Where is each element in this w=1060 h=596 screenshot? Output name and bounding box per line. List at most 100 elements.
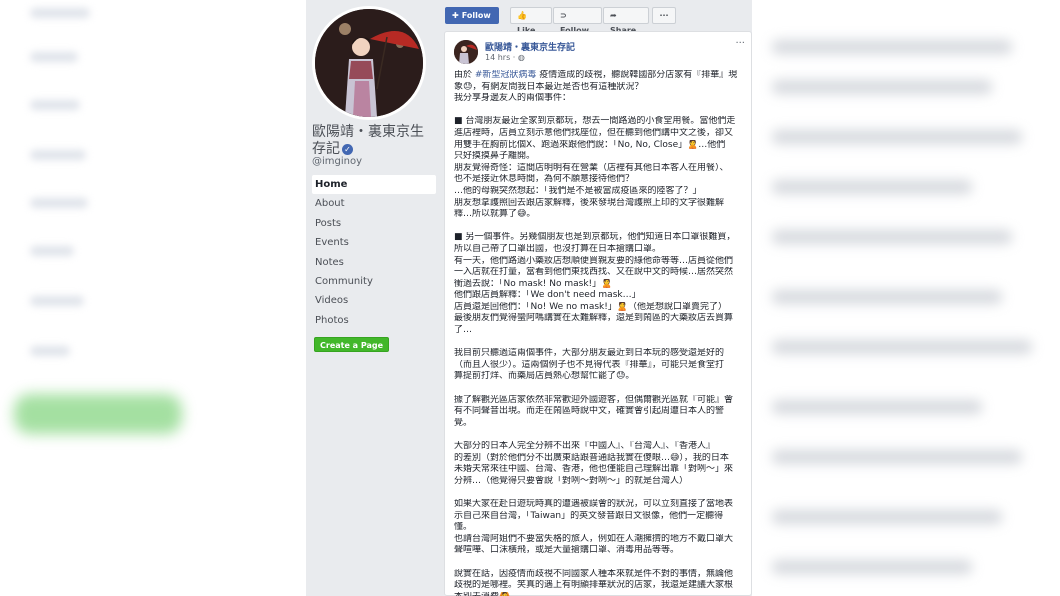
post-text-line: 他們跟店員解釋：「We don't need mask…」 — [454, 290, 641, 301]
post-text-line: 算提前打烊、而藥局店員熱心想幫忙罷了😓。 — [454, 371, 635, 382]
blurred-line — [772, 80, 992, 94]
blurred-line — [772, 290, 1002, 304]
follow-icon: ✚ — [452, 11, 459, 20]
post-text-line: 一入店就在打量，當看到他們東找西找、又在說中文的時候…居然突然 — [454, 267, 734, 278]
post-text-line: 由於 #新型冠狀病毒 疫情造成的歧視，聽說韓國部分店家有『排華』現 — [454, 70, 748, 82]
hashtag-link[interactable]: #新型冠狀病毒 — [475, 70, 537, 80]
blurred-line — [772, 510, 1002, 524]
post-text-line: 懂。 — [454, 522, 473, 533]
post-card: 歐陽靖・裏東京生存記 14 hrs · ◍ ··· 由於 #新型冠狀病毒 疫情造… — [444, 31, 752, 596]
blurred-line — [30, 346, 70, 356]
follow-page-button[interactable]: ⊃Follow — [553, 7, 602, 35]
post-author-name[interactable]: 歐陽靖・裏東京生存記 — [485, 40, 575, 53]
blurred-line — [772, 180, 972, 194]
page-handle: @imginoy — [312, 156, 363, 167]
post-text-line: 有一天，他們路過小藥妝店想順便買親友要的綠他命等等…店員從他們 — [454, 255, 734, 266]
post-text: 由於 #新型冠狀病毒 疫情造成的歧視，聽說韓國部分店家有『排華』現 象😓，有網友問… — [454, 70, 748, 596]
nav-notes[interactable]: Notes — [312, 253, 436, 272]
globe-icon: ◍ — [517, 53, 525, 62]
post-text-line: 歧視的是哪裡。笑真的遇上有明顯排華狀況的店家，我還是建議大家根 — [454, 580, 734, 591]
blurred-line — [772, 230, 1012, 244]
blurred-line — [30, 150, 86, 160]
share-arrow-icon: ➦ — [610, 11, 617, 20]
post-text-line: 衝過去說：「No mask! No mask!」🙎 — [454, 278, 613, 289]
post-text-line: ■ 另一個事件。另幾個朋友也是到京都玩，他們知道日本口罩很難買， — [454, 232, 736, 243]
blurred-background-right — [752, 0, 1060, 596]
post-text-line: （而且人很少）。這兩個例子也不見得代表『排華』，可能只是食堂打 — [454, 359, 725, 370]
nav-posts[interactable]: Posts — [312, 214, 436, 233]
blurred-line — [30, 8, 90, 18]
nav-events[interactable]: Events — [312, 233, 436, 252]
profile-photo-illustration — [315, 9, 423, 117]
blurred-line — [772, 450, 1022, 464]
post-text-line: 我目前只聽過這兩個事件，大部分朋友最近到日本玩的感受還是好的 — [454, 348, 725, 359]
post-text-line: 也請台灣阿姐們不要當失格的旅人，例如在人潮擁擠的地方不戴口罩大 — [454, 533, 734, 544]
post-text-line: 最後朋友們覺得蠻阿嗎講實在太難解釋，還是到鬧區的大藥妝店去買算 — [454, 313, 734, 324]
post-text-line: ■ 台灣朋友最近全家到京都玩，想去一間路過的小食堂用餐。當他們走 — [454, 116, 736, 127]
post-text-line: 據了解觀光區店家依然非常歡迎外國遊客，但偶爾觀光區就『可能』會 — [454, 394, 734, 405]
post-text-line: …他的母親突然想起：「我們是不是被當成疫區來的陸客了？」 — [454, 185, 702, 196]
post-text-line: 未婚夫常來往中國、台灣、香港，他也僅能自己理解出靠「對咧～」來 — [454, 464, 734, 475]
post-text-line: 覺。 — [454, 417, 473, 428]
blurred-button — [14, 394, 182, 434]
post-timestamp[interactable]: 14 hrs — [485, 53, 510, 62]
post-text-line: 分辨…（他覺得只要會說「對咧～對咧～」的就是台灣人） — [454, 475, 689, 486]
pre-text: 由於 — [454, 70, 475, 80]
thumbs-up-icon: 👍 — [517, 11, 527, 20]
blurred-line — [772, 560, 972, 574]
avatar-photo-illustration — [454, 40, 478, 64]
post-options-button[interactable]: ··· — [735, 38, 745, 49]
post-text-line: 本別去消費🙆。 — [454, 592, 748, 596]
page-sidebar: 歐陽靖・裏東京生存記 ✓ @imginoy Home About Posts Ev… — [306, 0, 438, 596]
blurred-line — [30, 52, 78, 62]
post-text-line: 象😓，有網友問我日本最近是否也有這種狀況？ — [454, 81, 644, 92]
blurred-background-left — [0, 0, 306, 596]
nav-photos[interactable]: Photos — [312, 311, 436, 330]
post-text-line: 說實在話，因疫情而歧視不同國家人種本來就是件不對的事情，無論他 — [454, 568, 734, 579]
post-text-line: 用雙手在胸前比個X、跑過來跟他們說：「No, No, Close」🙎…他們 — [454, 139, 726, 150]
nav-about[interactable]: About — [312, 194, 436, 213]
post-text-line: 店員還是回他們：「No! We no mask!」🙎（他是想說口罩賣完了） — [454, 301, 728, 312]
post-text-line: 只好摸摸鼻子離開。 — [454, 151, 536, 162]
post-text-line: 有不同聲音出現。而走在鬧區時說中文，確實會引起周遭日本人的警 — [454, 406, 725, 417]
follow-button-label: Follow — [461, 11, 491, 20]
more-options-button[interactable]: ··· — [652, 7, 676, 24]
profile-picture[interactable] — [312, 6, 426, 120]
post-text-line: 的差別（對於他們分不出廣東話跟普通話我實在傻眼…😅），我的日本 — [454, 452, 729, 463]
like-button[interactable]: 👍Like — [510, 7, 552, 35]
nav-community[interactable]: Community — [312, 272, 436, 291]
post-text-line: 進店裡時，店員立刻示意他們找座位，但在聽到他們講中文之後，卻又 — [454, 127, 734, 138]
follow-button[interactable]: ✚ Follow — [445, 7, 499, 24]
page-name[interactable]: 歐陽靖・裏東京生存記 ✓ — [312, 124, 436, 158]
post-text-line: 我分享身邊友人的兩個事件： — [454, 93, 572, 104]
post-text: 疫情造成的歧視，聽說韓國部分店家有『排華』現 — [536, 70, 738, 80]
post-text-line: 朋友覺得奇怪：這間店明明有在營業（店裡有其他日本客人在用餐）、 — [454, 162, 729, 173]
blurred-line — [30, 100, 80, 110]
post-text-line: 示自己來自台灣，「Taiwan」的英文發音跟日文很像，他們一定聽得 — [454, 510, 724, 521]
post-text-line: 釋…所以就算了😅。 — [454, 209, 536, 220]
post-text-line: 如果大家在赴日遊玩時真的遭遇被誤會的狀況，可以立刻直接了當地表 — [454, 498, 734, 509]
post-text-line: 朋友想拿護照回去跟店家解釋，後來發現台灣護照上印的文字很難解 — [454, 197, 725, 208]
share-button[interactable]: ➦Share — [603, 7, 649, 35]
create-page-button[interactable]: Create a Page — [314, 337, 390, 352]
blurred-line — [772, 40, 1012, 54]
blurred-line — [30, 296, 84, 306]
nav-home[interactable]: Home — [312, 175, 436, 195]
post-text-line: 了… — [454, 325, 473, 336]
post-meta: 14 hrs · ◍ — [485, 53, 525, 62]
rss-icon: ⊃ — [560, 11, 567, 20]
verified-badge-icon: ✓ — [342, 143, 353, 155]
post-text-line: 大部分的日本人完全分辨不出來『中國人』、『台灣人』、『香港人』 — [454, 441, 716, 451]
blurred-line — [772, 400, 982, 414]
nav-videos[interactable]: Videos — [312, 291, 436, 310]
page-nav: Home About Posts Events Notes Community … — [312, 175, 436, 330]
page-action-bar: ✚Follow 👍Like ⊃Follow ➦Share ··· — [440, 3, 750, 35]
page-name-text: 歐陽靖・裏東京生存記 — [312, 124, 424, 157]
post-author-avatar[interactable] — [454, 40, 478, 64]
